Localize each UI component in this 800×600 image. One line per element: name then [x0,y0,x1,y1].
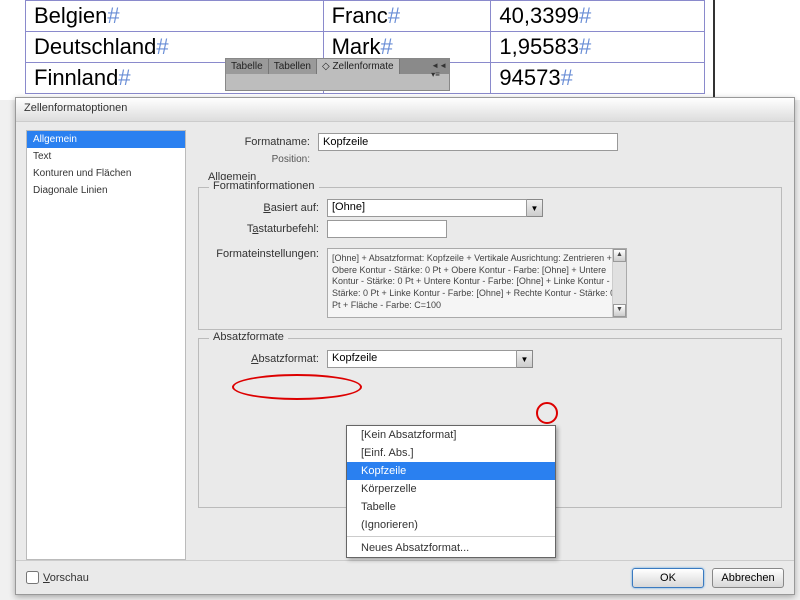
dialog-titlebar: Zellenformatoptionen [16,98,794,122]
dd-item-einf[interactable]: [Einf. Abs.] [347,444,555,462]
sidebar-item-konturen[interactable]: Konturen und Flächen [27,165,185,182]
dd-item-kopfzeile[interactable]: Kopfzeile [347,462,555,480]
legend-absatzformate: Absatzformate [209,331,288,343]
absatzformat-combo[interactable]: Kopfzeile [327,350,517,368]
basiert-combo[interactable]: [Ohne] [327,199,527,217]
scrollbar[interactable]: ▲ ▼ [612,249,626,317]
dd-item-koerperzelle[interactable]: Körperzelle [347,480,555,498]
sidebar-item-text[interactable]: Text [27,148,185,165]
panel-tab-tabellen[interactable]: Tabellen [269,59,317,74]
legend-formatinfo: Formatinformationen [209,180,319,192]
absatzformat-dropdown[interactable]: [Kein Absatzformat] [Einf. Abs.] Kopfzei… [346,425,556,558]
preview-checkbox-input[interactable] [26,571,39,584]
dd-item-kein[interactable]: [Kein Absatzformat] [347,426,555,444]
settings-label: Formateinstellungen: [207,248,327,260]
absatzformat-label: Absatzformat: [207,353,327,365]
scroll-up-icon[interactable]: ▲ [613,249,626,262]
tastatur-input[interactable] [327,220,447,238]
panel-body [226,74,449,90]
cancel-button[interactable]: Abbrechen [712,568,784,588]
panel-tab-zellenformate[interactable]: ◇ Zellenformate [317,59,400,74]
ok-button[interactable]: OK [632,568,704,588]
tastatur-label: Tastaturbefehl: [207,223,327,235]
dd-item-ignorieren[interactable]: (Ignorieren) [347,516,555,534]
panel-collapse-icon[interactable]: ◄◄▾≡ [431,61,447,79]
dialog-sidebar: Allgemein Text Konturen und Flächen Diag… [26,130,186,560]
formatname-label: Formatname: [198,136,318,148]
dd-item-neues[interactable]: Neues Absatzformat... [347,539,555,557]
preview-checkbox[interactable]: Vorschau [26,571,89,584]
fieldset-formatinformationen: Formatinformationen Basiert auf: [Ohne] … [198,187,782,330]
sidebar-item-allgemein[interactable]: Allgemein [27,131,185,148]
position-label: Position: [198,154,318,165]
chevron-down-icon[interactable]: ▼ [517,350,533,368]
cell-styles-panel[interactable]: Tabelle Tabellen ◇ Zellenformate ◄◄▾≡ [225,58,450,91]
panel-tab-tabelle[interactable]: Tabelle [226,59,269,74]
table-row: Belgien# Franc# 40,3399# [26,1,705,32]
dropdown-separator [347,536,555,537]
settings-readonly-box: [Ohne] + Absatzformat: Kopfzeile + Verti… [327,248,627,318]
para-mark: # [107,3,119,28]
scroll-down-icon[interactable]: ▼ [613,304,626,317]
page-edge [713,0,715,100]
sidebar-item-diagonale[interactable]: Diagonale Linien [27,182,185,199]
basiert-label: Basiert auf: [207,202,327,214]
dd-item-tabelle[interactable]: Tabelle [347,498,555,516]
chevron-down-icon[interactable]: ▼ [527,199,543,217]
formatname-input[interactable] [318,133,618,151]
cell-format-options-dialog: Zellenformatoptionen Allgemein Text Kont… [15,97,795,595]
dialog-footer: Vorschau OK Abbrechen [16,560,794,594]
